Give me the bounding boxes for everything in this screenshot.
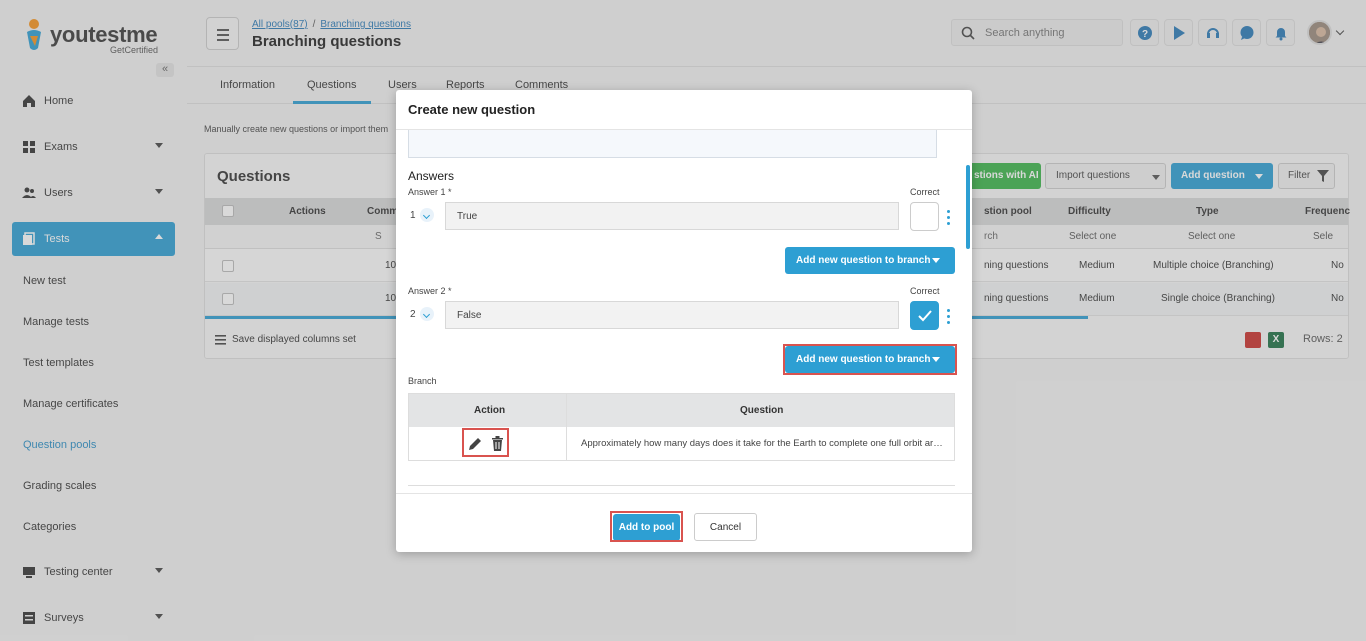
answer-1-correct-checkbox[interactable] <box>910 202 939 231</box>
chevron-down-icon <box>932 258 940 263</box>
modal-content-divider <box>408 485 955 486</box>
correct-label: Correct <box>910 286 940 296</box>
branch-table: Action Question Approximately how many d… <box>408 393 955 461</box>
answer-2-input[interactable]: False <box>445 301 899 329</box>
branch-column-action: Action <box>474 405 506 416</box>
answers-heading: Answers <box>408 169 455 183</box>
answer-2-more-icon[interactable] <box>947 309 951 325</box>
modal-footer-divider <box>396 493 972 494</box>
answer-2-order-select[interactable]: 2 <box>408 307 434 325</box>
add-branch-label: Add new question to branch <box>796 255 931 266</box>
answer-2-correct-checkbox[interactable] <box>910 301 939 330</box>
correct-label: Correct <box>910 187 940 197</box>
highlight-frame <box>462 428 509 457</box>
branch-table-header: Action Question <box>409 394 954 427</box>
highlight-frame <box>783 344 957 375</box>
question-text-editor[interactable] <box>408 130 937 158</box>
answer-1-label: Answer 1 * <box>408 187 452 197</box>
answer-1-add-branch-question-button[interactable]: Add new question to branch <box>785 247 955 274</box>
create-question-modal: Create new question Answers Answer 1 * C… <box>396 90 972 552</box>
cancel-button[interactable]: Cancel <box>694 513 757 541</box>
highlight-frame <box>610 511 683 542</box>
checkmark-icon <box>918 310 932 322</box>
answer-2-label: Answer 2 * <box>408 286 452 296</box>
modal-title: Create new question <box>408 102 536 117</box>
answer-1-input[interactable]: True <box>445 202 899 230</box>
branch-label: Branch <box>408 376 437 386</box>
branch-column-question: Question <box>740 405 784 416</box>
answer-1-more-icon[interactable] <box>947 210 951 226</box>
branch-question-text: Approximately how many days does it take… <box>581 438 946 449</box>
modal-scrollbar[interactable] <box>966 165 970 249</box>
answer-1-order-select[interactable]: 1 <box>408 208 434 226</box>
